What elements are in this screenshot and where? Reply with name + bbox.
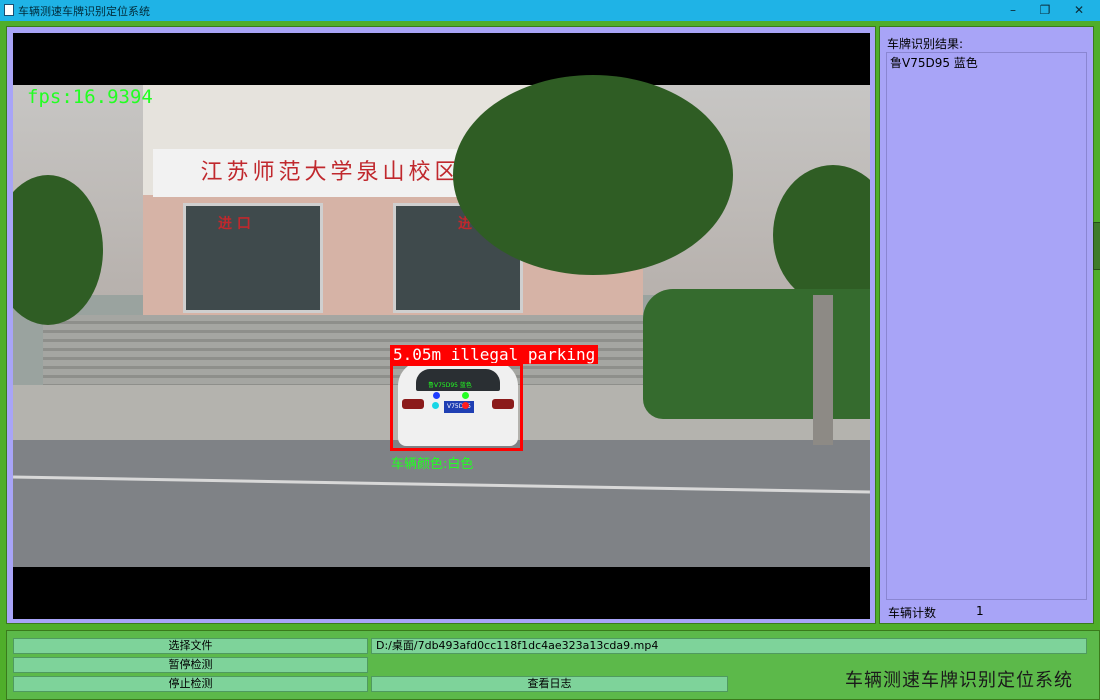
- vehicle-count-value: 1: [976, 604, 984, 618]
- vehicle-count-label: 车辆计数: [888, 606, 937, 620]
- tree: [453, 75, 733, 275]
- keypoint-top-right: [462, 392, 469, 399]
- entrance-left: [183, 203, 323, 313]
- pause-detect-button[interactable]: 暂停检测: [13, 657, 368, 673]
- close-icon[interactable]: ✕: [1066, 1, 1092, 19]
- fps-readout: fps:16.9394: [27, 86, 153, 108]
- plate-result-list[interactable]: 鲁V75D95 蓝色: [886, 52, 1087, 600]
- detection-label: 5.05m illegal parking: [390, 345, 599, 364]
- plate-overlay-text: 鲁V75D95 蓝色: [428, 382, 472, 389]
- view-log-button[interactable]: 查看日志: [371, 676, 728, 692]
- brand-title: 车辆测速车牌识别定位系统: [845, 670, 1073, 691]
- select-file-button[interactable]: 选择文件: [13, 638, 368, 654]
- tree-trunk: [813, 295, 833, 445]
- splitter-handle[interactable]: [1093, 222, 1100, 270]
- result-title: 车牌识别结果:: [887, 37, 964, 51]
- detection-box: [390, 363, 523, 451]
- file-path-field[interactable]: D:/桌面/7db493afd0cc118f1dc4ae323a13cda9.m…: [371, 638, 1087, 654]
- plate-result-item: 鲁V75D95 蓝色: [890, 56, 978, 70]
- video-display: 江苏师范大学泉山校区 进 口 进 口 V75D95 fps:16.9394 5.…: [13, 33, 870, 619]
- keypoint-bottom-left: [432, 402, 439, 409]
- entrance-label-left: 进 口: [218, 216, 251, 232]
- app-icon: [4, 4, 14, 16]
- hedge: [643, 289, 870, 419]
- keypoint-bottom-right: [462, 402, 469, 409]
- keypoint-top-left: [433, 392, 440, 399]
- restore-icon[interactable]: ❐: [1032, 1, 1058, 19]
- title-bar: 车辆测速车牌识别定位系统 – ❐ ✕: [0, 0, 1100, 21]
- vehicle-color-label: 车辆颜色:白色: [391, 457, 474, 472]
- stop-detect-button[interactable]: 停止检测: [13, 676, 368, 692]
- window-title: 车辆测速车牌识别定位系统: [18, 5, 150, 18]
- camera-scene: 江苏师范大学泉山校区 进 口 进 口 V75D95: [13, 75, 870, 567]
- minimize-icon[interactable]: –: [1000, 1, 1026, 19]
